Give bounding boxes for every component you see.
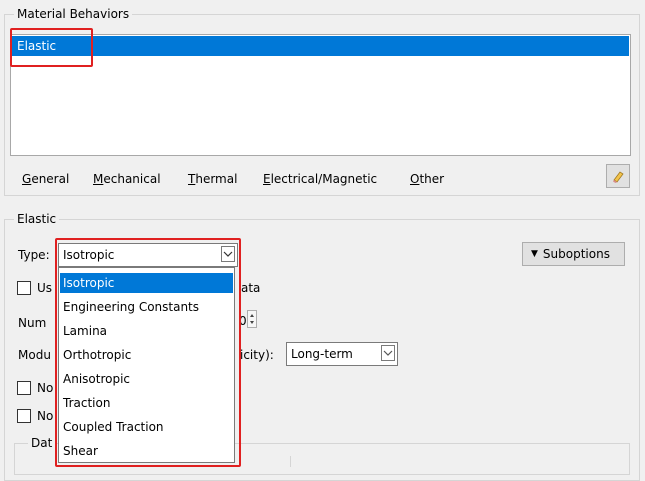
moduli-label-tail: icity):	[240, 348, 274, 362]
material-behaviors-list[interactable]: Elastic	[10, 34, 631, 156]
suboptions-label: Suboptions	[542, 247, 610, 261]
menu-electrical-magnetic[interactable]: Electrical/Magnetic	[263, 172, 377, 186]
material-behaviors-title: Material Behaviors	[14, 7, 133, 21]
number-value-partial: 0	[239, 314, 247, 328]
menu-thermal[interactable]: Thermal	[188, 172, 237, 186]
list-item-label: Elastic	[17, 39, 57, 53]
chevron-down-icon	[223, 251, 233, 257]
chevron-down-icon	[383, 350, 393, 356]
no-checkbox-1[interactable]	[17, 381, 31, 395]
data-title-partial: Dat	[28, 436, 56, 450]
suboptions-button[interactable]: ▼ Suboptions	[522, 242, 625, 266]
type-select[interactable]: Isotropic	[58, 243, 238, 267]
spin-arrows-icon	[250, 314, 254, 324]
number-label-partial: Num	[18, 316, 47, 330]
menu-other[interactable]: Other	[410, 172, 444, 186]
menu-mechanical[interactable]: Mechanical	[93, 172, 161, 186]
type-option-coupled-traction[interactable]: Coupled Traction	[60, 417, 233, 437]
edit-button[interactable]	[606, 164, 630, 188]
type-select-value: Isotropic	[63, 248, 115, 262]
elastic-title: Elastic	[14, 212, 60, 226]
no-checkbox-2[interactable]	[17, 409, 31, 423]
menu-general[interactable]: General	[22, 172, 69, 186]
use-checkbox[interactable]	[17, 281, 31, 295]
type-label: Type:	[18, 248, 50, 262]
type-option-engineering-constants[interactable]: Engineering Constants	[60, 297, 233, 317]
data-table-header-divider	[290, 456, 291, 467]
no-label-2: No	[37, 409, 54, 423]
triangle-down-icon: ▼	[531, 249, 538, 259]
moduli-select-arrow[interactable]	[381, 345, 395, 361]
type-option-shear[interactable]: Shear	[60, 441, 233, 461]
type-select-arrow[interactable]	[221, 246, 235, 262]
type-option-anisotropic[interactable]: Anisotropic	[60, 369, 233, 389]
no-label-1: No	[37, 381, 54, 395]
moduli-label-partial: Modu	[18, 348, 51, 362]
use-label-tail: ata	[241, 281, 261, 295]
moduli-select[interactable]: Long-term	[286, 342, 398, 366]
type-option-lamina[interactable]: Lamina	[60, 321, 233, 341]
list-item-elastic[interactable]: Elastic	[12, 36, 629, 56]
type-option-isotropic[interactable]: Isotropic	[60, 273, 233, 293]
eraser-icon	[613, 171, 624, 183]
moduli-select-value: Long-term	[291, 347, 353, 361]
type-dropdown-list[interactable]: Isotropic Engineering Constants Lamina O…	[58, 267, 235, 463]
use-label-partial: Us	[37, 281, 53, 295]
type-option-orthotropic[interactable]: Orthotropic	[60, 345, 233, 365]
type-option-traction[interactable]: Traction	[60, 393, 233, 413]
number-spinner[interactable]	[247, 310, 257, 328]
